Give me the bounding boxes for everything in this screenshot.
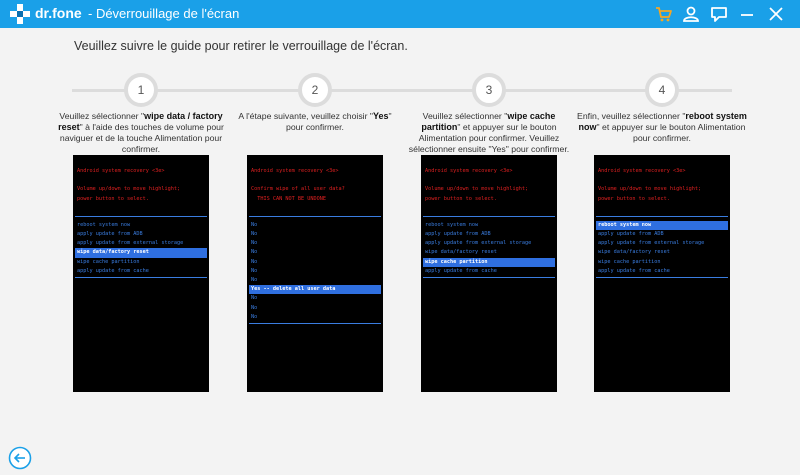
step-description-1: Veuillez sélectionner "wipe data / facto… bbox=[58, 111, 224, 154]
recovery-screen-1: Android system recovery <3e> Volume up/do… bbox=[73, 155, 209, 392]
step-description-4: Enfin, veuillez sélectionner "reboot sys… bbox=[577, 111, 747, 143]
recovery-menu-item: No bbox=[251, 249, 258, 256]
recovery-menu-item: No bbox=[251, 240, 258, 247]
recovery-menu-item: apply update from external storage bbox=[425, 240, 532, 247]
menu-divider bbox=[596, 215, 728, 217]
recovery-menu-item: No bbox=[251, 258, 258, 265]
recovery-header-line: Android system recovery <3e> bbox=[251, 168, 339, 174]
recovery-header-line: THIS CAN NOT BE UNDONE bbox=[251, 195, 326, 202]
recovery-menu-item: apply update from cache bbox=[598, 267, 670, 274]
recovery-header-line: Volume up/down to move highlight; bbox=[77, 186, 181, 193]
recovery-header-line: Confirm wipe of all user data? bbox=[251, 186, 345, 193]
step-circle-2: 2 bbox=[298, 73, 332, 107]
recovery-menu-item: wipe data/factory reset bbox=[425, 249, 497, 256]
recovery-menu-item: No bbox=[251, 221, 258, 228]
step-circle-1: 1 bbox=[124, 73, 158, 107]
step-description-2: A l'étape suivante, veuillez choisir "Ye… bbox=[238, 111, 392, 132]
recovery-menu-item-selected: wipe data/factory reset bbox=[75, 248, 207, 258]
recovery-menu-item: No bbox=[251, 267, 258, 274]
recovery-menu-item: apply update from external storage bbox=[598, 240, 705, 247]
menu-divider bbox=[423, 277, 555, 278]
app-brand: dr.fone bbox=[35, 5, 82, 21]
menu-divider bbox=[75, 277, 207, 278]
close-icon[interactable] bbox=[766, 4, 786, 24]
recovery-header-line: Volume up/down to move highlight; bbox=[425, 186, 529, 193]
chat-icon[interactable] bbox=[709, 4, 729, 24]
recovery-menu-item-selected: Yes -- delete all user data bbox=[249, 285, 381, 295]
recovery-header-line: power button to select. bbox=[77, 195, 149, 202]
recovery-menu-item: apply update from cache bbox=[425, 267, 497, 274]
title-bar: dr.fone - Déverrouillage de l'écran bbox=[0, 0, 800, 28]
recovery-menu-item: wipe data/factory reset bbox=[598, 249, 670, 256]
window-title: - Déverrouillage de l'écran bbox=[88, 6, 240, 21]
recovery-menu-item-selected: wipe cache partition bbox=[423, 257, 555, 267]
recovery-menu-item-selected: reboot system now bbox=[596, 220, 728, 230]
cart-icon[interactable] bbox=[654, 4, 674, 24]
recovery-screen-4: Android system recovery <3e> Volume up/do… bbox=[594, 155, 730, 392]
step-description-3: Veuillez sélectionner "wipe cache partit… bbox=[408, 111, 570, 154]
recovery-header-line: Android system recovery <3e> bbox=[598, 168, 686, 174]
recovery-menu-item: No bbox=[251, 231, 258, 237]
recovery-screen-2: Android system recovery <3e> Confirm wipe… bbox=[247, 155, 383, 392]
recovery-screen-3: Android system recovery <3e> Volume up/do… bbox=[421, 155, 557, 392]
recovery-menu-item: reboot system now bbox=[425, 221, 479, 228]
user-icon[interactable] bbox=[681, 4, 701, 24]
recovery-menu-item: apply update from external storage bbox=[77, 240, 184, 247]
minimize-icon[interactable] bbox=[737, 4, 757, 24]
recovery-menu-item: No bbox=[251, 277, 258, 283]
recovery-menu-item: No bbox=[251, 295, 258, 302]
recovery-header-line: power button to select. bbox=[598, 195, 670, 202]
plus-logo-icon bbox=[10, 4, 30, 24]
menu-divider bbox=[423, 215, 555, 217]
back-arrow-icon[interactable] bbox=[8, 446, 32, 470]
recovery-menu-item: apply update from ADB bbox=[77, 231, 143, 237]
recovery-menu-item: wipe cache partition bbox=[598, 258, 661, 265]
recovery-header-line: Android system recovery <3e> bbox=[425, 168, 513, 174]
recovery-menu-item: wipe cache partition bbox=[77, 258, 140, 265]
recovery-header-line: Android system recovery <3e> bbox=[77, 168, 165, 174]
menu-divider bbox=[249, 323, 381, 324]
step-circle-4: 4 bbox=[645, 73, 679, 107]
recovery-header-line: power button to select. bbox=[425, 195, 497, 202]
step-track bbox=[72, 89, 732, 92]
recovery-menu-item: apply update from ADB bbox=[598, 231, 664, 237]
step-circle-3: 3 bbox=[472, 73, 506, 107]
recovery-header-line: Volume up/down to move highlight; bbox=[598, 186, 702, 193]
menu-divider bbox=[249, 215, 381, 217]
menu-divider bbox=[75, 215, 207, 217]
recovery-menu-item: No bbox=[251, 313, 258, 320]
recovery-menu-item: No bbox=[251, 304, 258, 311]
recovery-menu-item: reboot system now bbox=[77, 221, 131, 228]
menu-divider bbox=[596, 277, 728, 278]
recovery-menu-item: apply update from cache bbox=[77, 267, 149, 274]
recovery-menu-item: apply update from ADB bbox=[425, 231, 491, 237]
page-instruction: Veuillez suivre le guide pour retirer le… bbox=[74, 39, 408, 53]
